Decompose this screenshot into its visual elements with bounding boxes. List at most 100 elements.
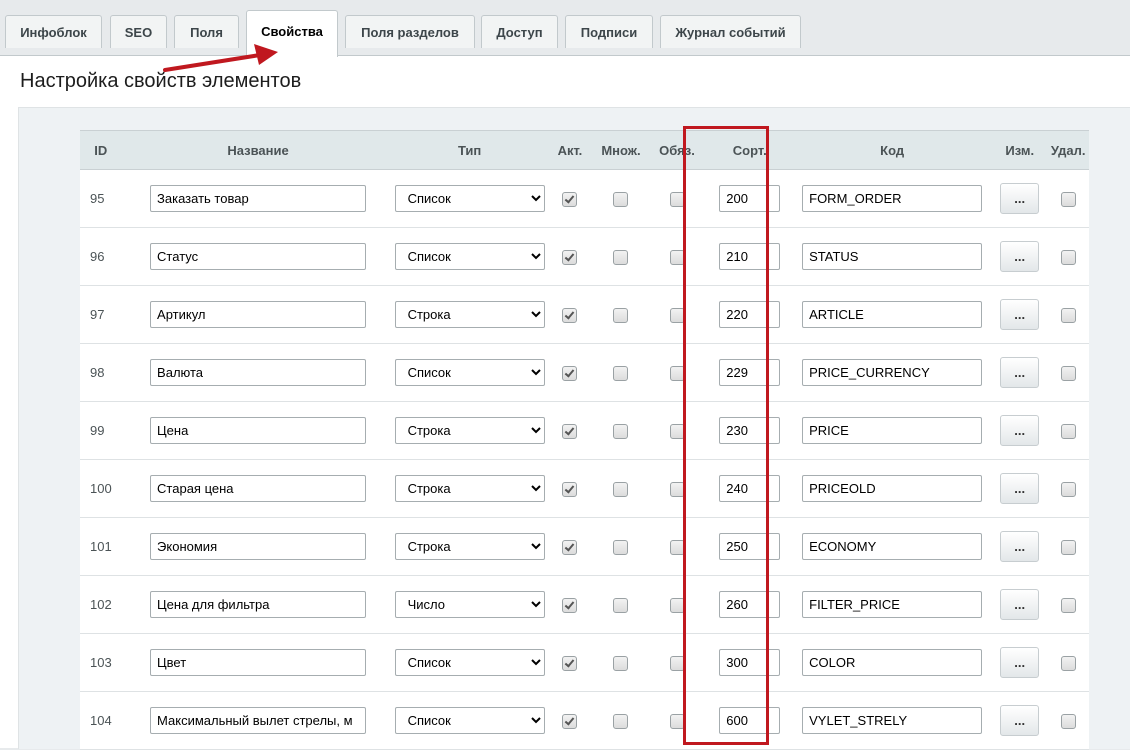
property-name-input[interactable] <box>150 533 367 560</box>
edit-property-button[interactable]: ... <box>1000 705 1040 736</box>
required-checkbox[interactable] <box>669 539 685 555</box>
active-checkbox[interactable] <box>562 655 578 671</box>
property-type-select[interactable]: Список <box>394 707 545 734</box>
active-cell <box>544 575 596 634</box>
tab-infoblock[interactable]: Инфоблок <box>5 15 102 48</box>
multiple-checkbox[interactable] <box>613 365 629 381</box>
edit-property-button[interactable]: ... <box>1000 415 1040 446</box>
edit-property-button[interactable]: ... <box>1000 473 1040 504</box>
property-type-select[interactable]: Список <box>394 185 545 212</box>
property-type-select[interactable]: Строка <box>394 533 545 560</box>
edit-property-button[interactable]: ... <box>1000 531 1040 562</box>
property-name-input[interactable] <box>150 707 367 734</box>
property-type-select[interactable]: Список <box>394 359 545 386</box>
active-checkbox[interactable] <box>562 423 578 439</box>
delete-checkbox[interactable] <box>1060 655 1076 671</box>
sort-input[interactable] <box>719 359 781 386</box>
code-input[interactable] <box>802 649 983 676</box>
required-checkbox[interactable] <box>669 713 685 729</box>
required-checkbox[interactable] <box>669 365 685 381</box>
code-input[interactable] <box>802 533 983 560</box>
active-checkbox[interactable] <box>562 365 578 381</box>
tab-event-log[interactable]: Журнал событий <box>660 15 801 48</box>
active-checkbox[interactable] <box>562 249 578 265</box>
active-checkbox[interactable] <box>562 307 578 323</box>
required-checkbox[interactable] <box>669 597 685 613</box>
delete-checkbox[interactable] <box>1060 249 1076 265</box>
tab-section-fields[interactable]: Поля разделов <box>345 15 475 48</box>
property-name-cell <box>121 227 395 286</box>
tab-seo[interactable]: SEO <box>110 15 167 48</box>
delete-checkbox[interactable] <box>1060 365 1076 381</box>
sort-input[interactable] <box>719 591 781 618</box>
property-type-select[interactable]: Строка <box>394 417 545 444</box>
sort-input[interactable] <box>719 649 781 676</box>
required-checkbox[interactable] <box>669 307 685 323</box>
required-checkbox[interactable] <box>669 191 685 207</box>
code-input[interactable] <box>802 185 983 212</box>
property-type-select[interactable]: Строка <box>394 301 545 328</box>
sort-cell <box>707 575 793 634</box>
active-checkbox[interactable] <box>562 481 578 497</box>
property-type-select[interactable]: Число <box>394 591 545 618</box>
required-checkbox[interactable] <box>669 249 685 265</box>
code-input[interactable] <box>802 243 983 270</box>
delete-checkbox[interactable] <box>1060 481 1076 497</box>
sort-input[interactable] <box>719 243 781 270</box>
property-type-select[interactable]: Строка <box>394 475 545 502</box>
multiple-checkbox[interactable] <box>613 307 629 323</box>
property-name-input[interactable] <box>150 301 367 328</box>
property-name-input[interactable] <box>150 185 367 212</box>
edit-property-button[interactable]: ... <box>1000 647 1040 678</box>
code-input[interactable] <box>802 359 983 386</box>
property-type-select[interactable]: Список <box>394 649 545 676</box>
delete-checkbox[interactable] <box>1060 307 1076 323</box>
code-input[interactable] <box>802 591 983 618</box>
sort-input[interactable] <box>719 475 781 502</box>
delete-checkbox[interactable] <box>1060 713 1076 729</box>
multiple-checkbox[interactable] <box>613 249 629 265</box>
sort-input[interactable] <box>719 533 781 560</box>
property-name-input[interactable] <box>150 475 367 502</box>
property-type-select[interactable]: Список <box>394 243 545 270</box>
code-input[interactable] <box>802 417 983 444</box>
tab-access[interactable]: Доступ <box>481 15 558 48</box>
code-input[interactable] <box>802 707 983 734</box>
property-type-cell: Список <box>394 227 545 286</box>
active-checkbox[interactable] <box>562 713 578 729</box>
property-name-input[interactable] <box>150 359 367 386</box>
code-input[interactable] <box>802 301 983 328</box>
multiple-checkbox[interactable] <box>613 481 629 497</box>
edit-property-button[interactable]: ... <box>1000 183 1040 214</box>
multiple-checkbox[interactable] <box>613 713 629 729</box>
multiple-checkbox[interactable] <box>613 655 629 671</box>
required-checkbox[interactable] <box>669 423 685 439</box>
property-name-input[interactable] <box>150 243 367 270</box>
delete-checkbox[interactable] <box>1060 423 1076 439</box>
tab-captions[interactable]: Подписи <box>565 15 653 48</box>
edit-property-button[interactable]: ... <box>1000 357 1040 388</box>
delete-checkbox[interactable] <box>1060 597 1076 613</box>
active-checkbox[interactable] <box>562 191 578 207</box>
code-input[interactable] <box>802 475 983 502</box>
delete-checkbox[interactable] <box>1060 191 1076 207</box>
multiple-checkbox[interactable] <box>613 539 629 555</box>
active-checkbox[interactable] <box>562 539 578 555</box>
property-name-input[interactable] <box>150 591 367 618</box>
edit-property-button[interactable]: ... <box>1000 589 1040 620</box>
sort-input[interactable] <box>719 301 781 328</box>
required-checkbox[interactable] <box>669 655 685 671</box>
multiple-checkbox[interactable] <box>613 423 629 439</box>
edit-property-button[interactable]: ... <box>1000 241 1040 272</box>
required-checkbox[interactable] <box>669 481 685 497</box>
sort-input[interactable] <box>719 417 781 444</box>
active-checkbox[interactable] <box>562 597 578 613</box>
property-name-input[interactable] <box>150 649 367 676</box>
delete-checkbox[interactable] <box>1060 539 1076 555</box>
property-name-input[interactable] <box>150 417 367 444</box>
sort-input[interactable] <box>719 185 781 212</box>
edit-property-button[interactable]: ... <box>1000 299 1040 330</box>
multiple-checkbox[interactable] <box>613 597 629 613</box>
multiple-checkbox[interactable] <box>613 191 629 207</box>
sort-input[interactable] <box>719 707 781 734</box>
